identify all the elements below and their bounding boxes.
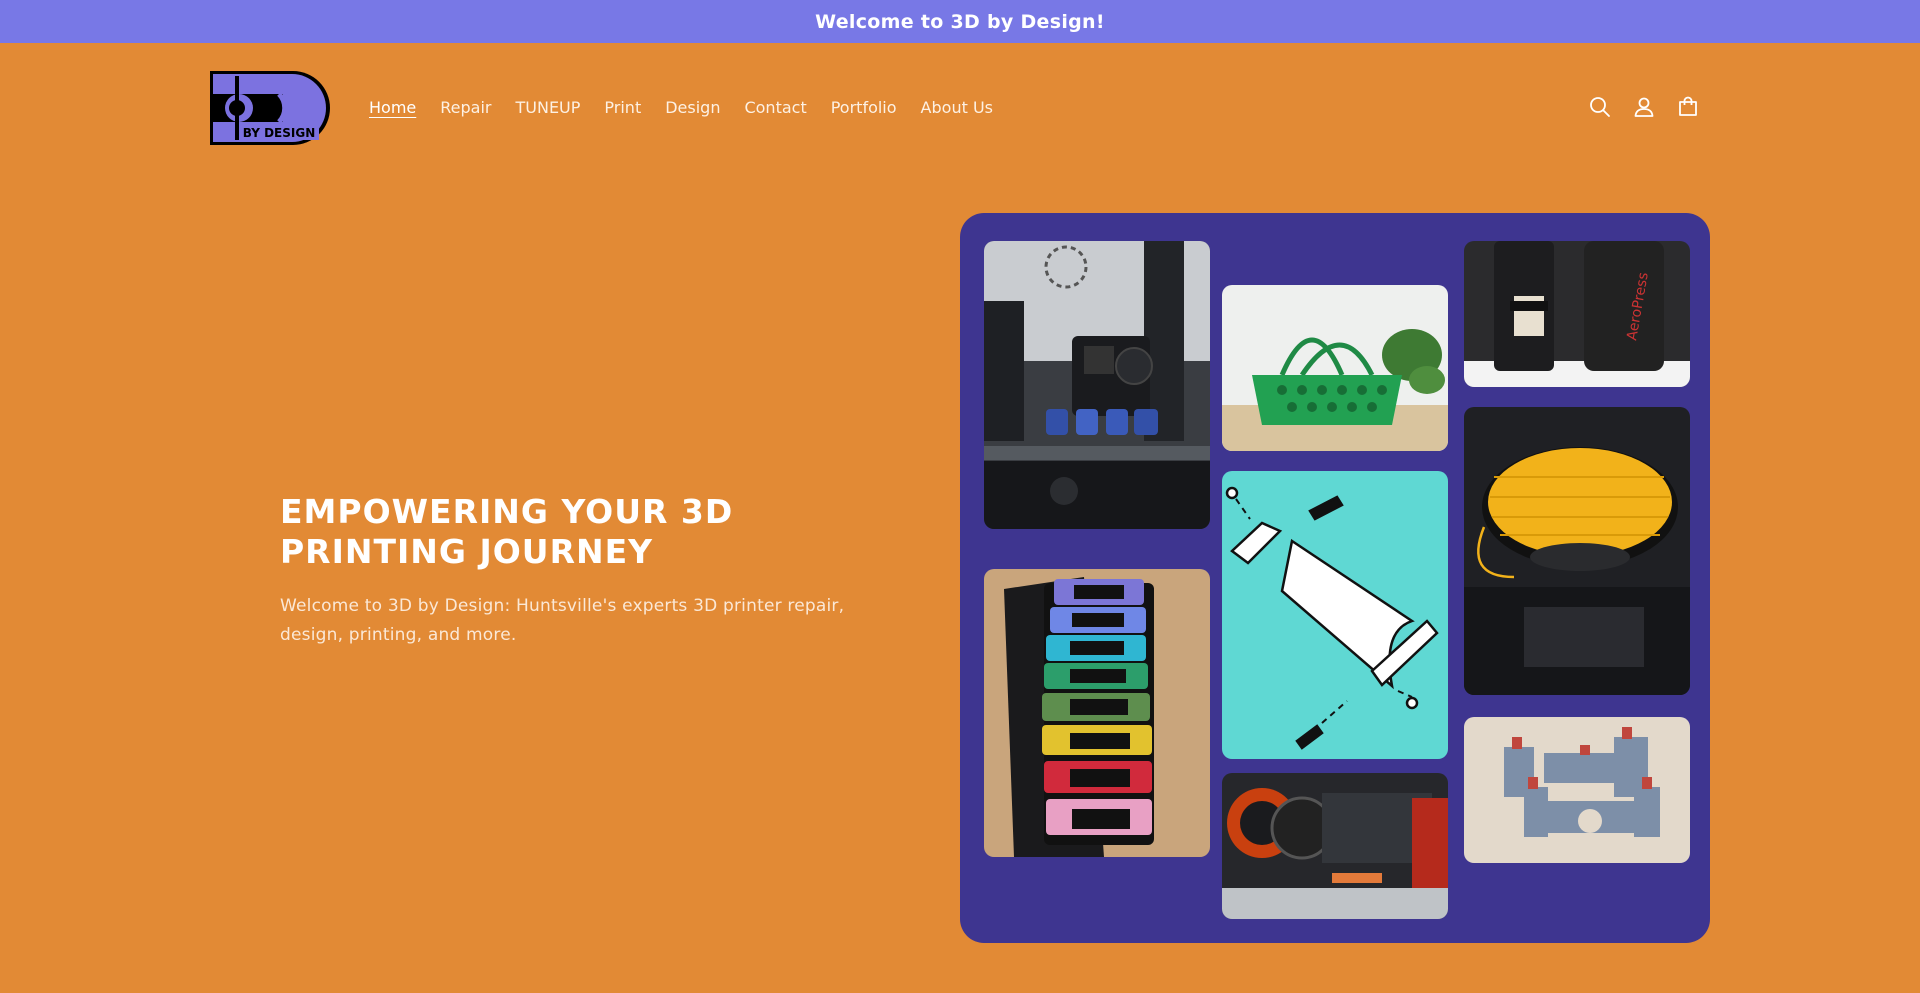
nav-home[interactable]: Home [369,97,416,119]
logo-mark-icon: BY DESIGN [210,71,330,145]
nav-contact[interactable]: Contact [744,97,806,119]
hero-title: EMPOWERING YOUR 3D PRINTING JOURNEY [280,492,734,571]
gallery-image-hotend [1222,773,1448,919]
image-gallery: AeroPress [960,213,1710,943]
gallery-image-castle [1464,717,1690,863]
gallery-image-basket [1222,285,1448,451]
nav-tuneup[interactable]: TUNEUP [515,97,580,119]
spool-image [1464,407,1690,695]
gallery-image-printer [984,241,1210,529]
site-logo[interactable]: BY DESIGN [209,70,331,146]
castle-image [1464,717,1690,863]
search-icon[interactable] [1588,95,1612,119]
cart-icon[interactable] [1676,95,1700,119]
gallery-image-diagram [1222,471,1448,759]
nav-about-us[interactable]: About Us [921,97,993,119]
nav-repair[interactable]: Repair [440,97,491,119]
gallery-image-spacers [984,569,1210,857]
gallery-image-spool [1464,407,1690,695]
account-icon[interactable] [1632,95,1656,119]
basket-image [1222,285,1448,451]
nav-portfolio[interactable]: Portfolio [831,97,897,119]
announcement-bar: Welcome to 3D by Design! [0,0,1920,43]
hotend-image [1222,773,1448,919]
diagram-image [1222,471,1448,759]
announcement-text: Welcome to 3D by Design! [815,10,1105,33]
nav-print[interactable]: Print [604,97,641,119]
nav-design[interactable]: Design [665,97,720,119]
aeropress-image: AeroPress [1464,241,1690,387]
printer-image [984,241,1210,529]
spacers-image [984,569,1210,857]
hero-subtitle: Welcome to 3D by Design: Huntsville's ex… [280,596,845,645]
site-header: BY DESIGN Home Repair TUNEUP Print Desig… [0,43,1920,173]
header-actions [1588,95,1700,119]
gallery-image-aeropress: AeroPress [1464,241,1690,387]
svg-text:BY DESIGN: BY DESIGN [243,126,316,140]
main-nav: Home Repair TUNEUP Print Design Contact … [369,97,1017,119]
